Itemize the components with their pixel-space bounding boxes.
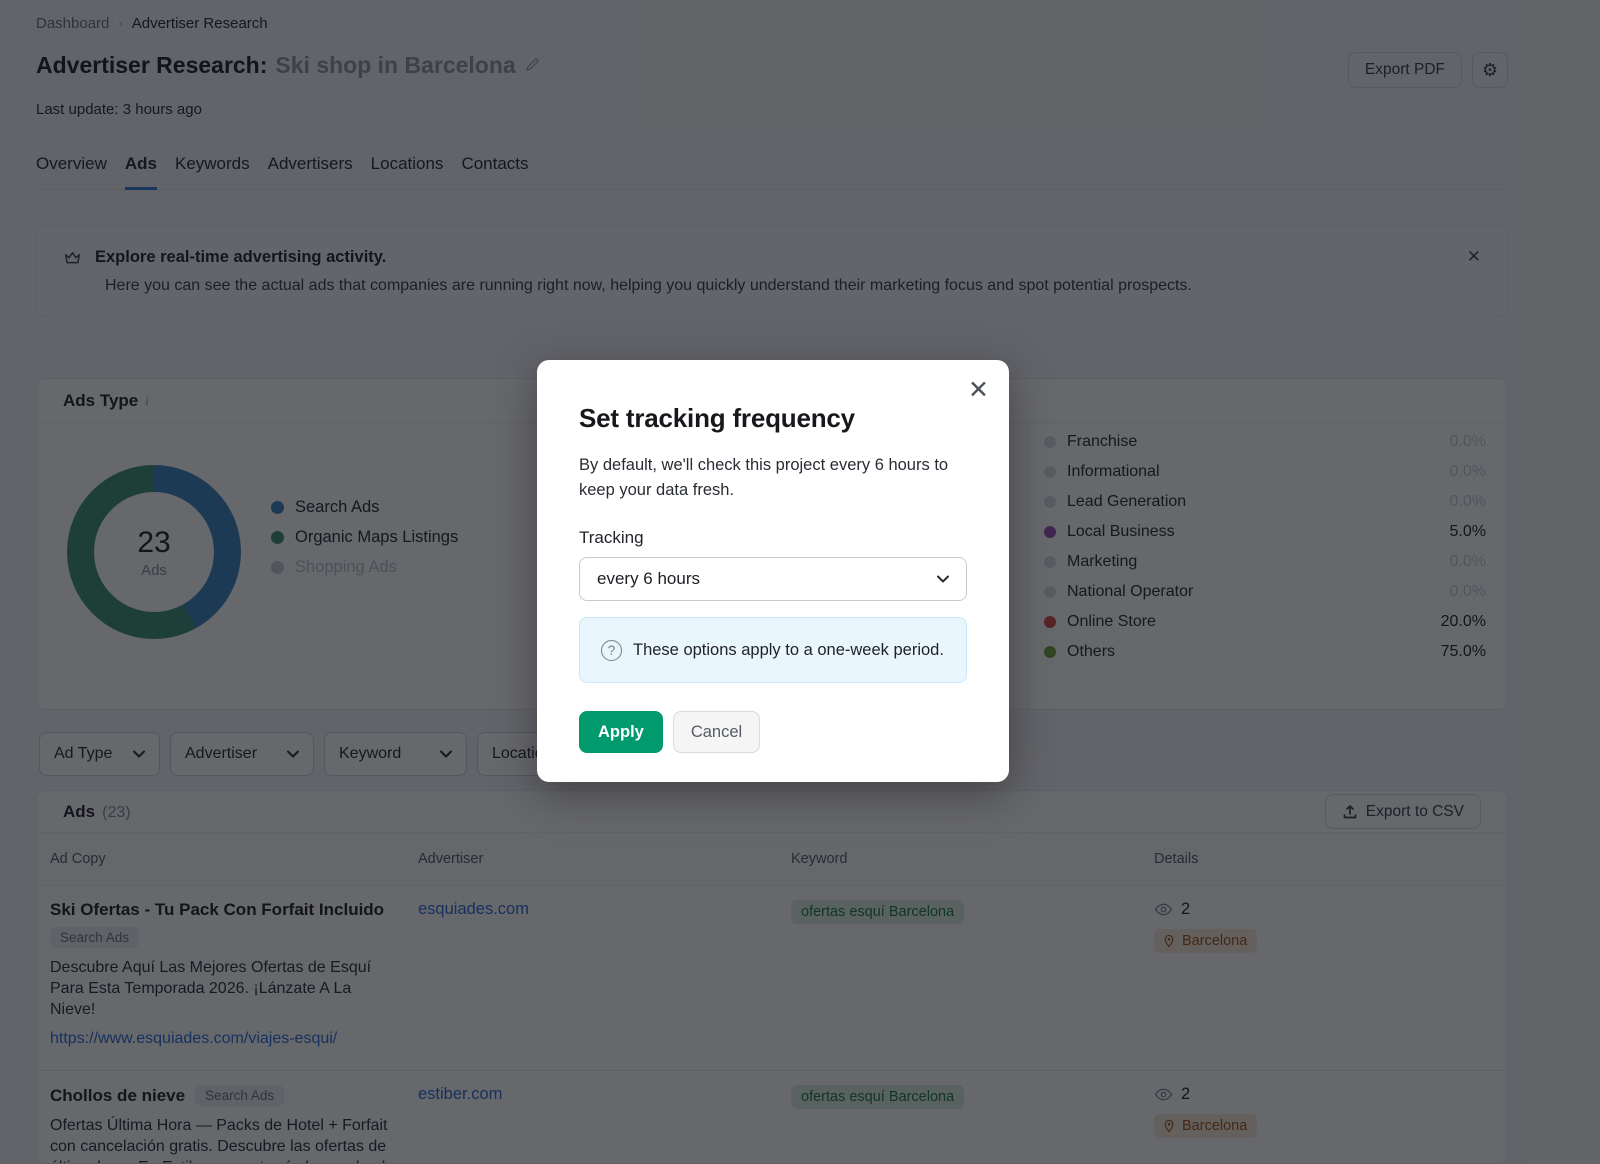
select-value: every 6 hours <box>597 569 700 589</box>
question-circle-icon: ? <box>601 640 622 661</box>
info-note: ? These options apply to a one-week peri… <box>579 617 967 683</box>
modal-title: Set tracking frequency <box>579 403 967 434</box>
page: Dashboard › Advertiser Research Advertis… <box>0 0 1600 1164</box>
modal-body-text: By default, we'll check this project eve… <box>579 453 967 503</box>
tracking-label: Tracking <box>579 528 967 548</box>
tracking-frequency-select[interactable]: every 6 hours <box>579 557 967 601</box>
note-text: These options apply to a one-week period… <box>633 641 944 660</box>
modal-close-icon[interactable]: ✕ <box>968 378 989 403</box>
tracking-frequency-modal: ✕ Set tracking frequency By default, we'… <box>537 360 1009 782</box>
cancel-button[interactable]: Cancel <box>673 711 760 753</box>
apply-button[interactable]: Apply <box>579 711 663 753</box>
chevron-down-icon <box>937 575 949 583</box>
